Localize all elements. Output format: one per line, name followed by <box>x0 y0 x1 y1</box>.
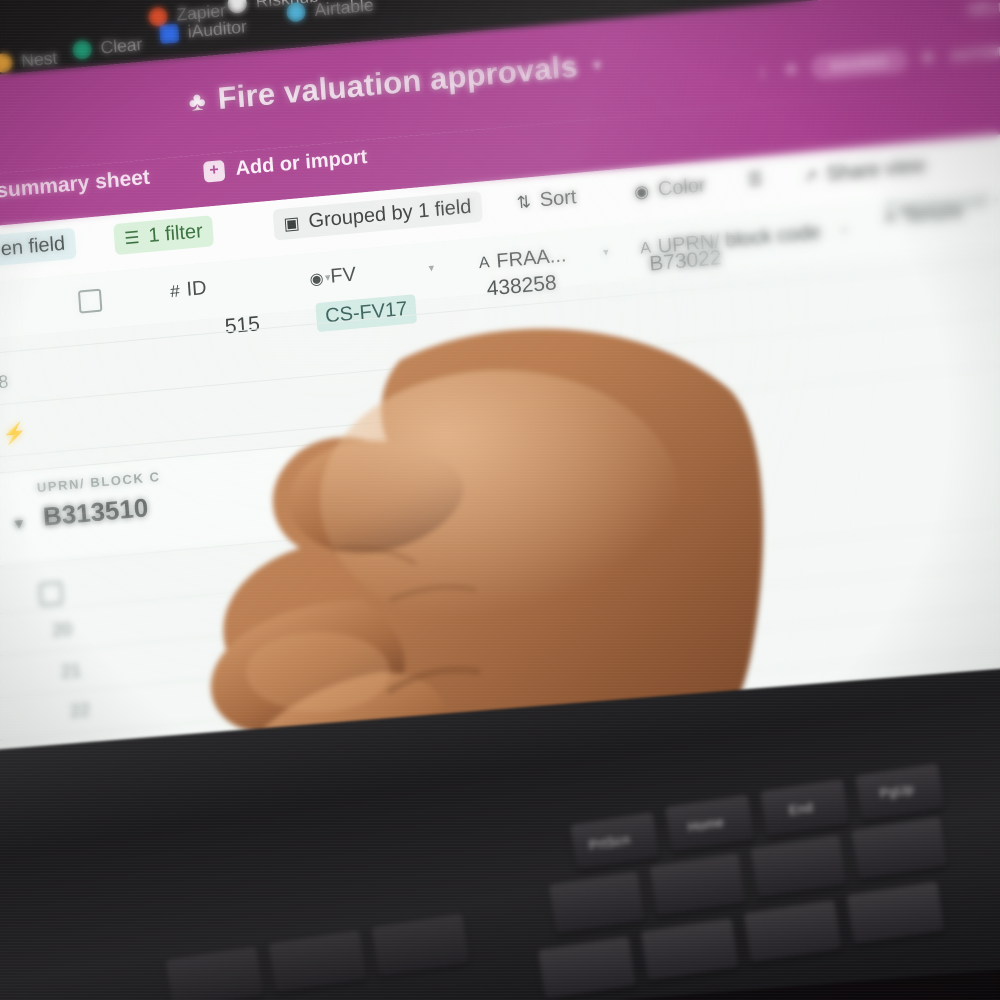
field-label: FV <box>329 263 357 288</box>
photo-scene: wpfEDxtpUvbjMEQ?blocks=hide Zapier Riskh… <box>0 0 1000 1000</box>
key-blank[interactable] <box>537 936 637 1000</box>
paint-icon: ◉ <box>633 181 650 202</box>
flame-icon: ♣ <box>187 84 207 117</box>
toolbar-label: Sort <box>539 186 578 212</box>
key-blank[interactable] <box>165 946 264 1000</box>
plus-icon: + <box>202 159 226 183</box>
automations-icon: ⚙ <box>921 49 935 66</box>
nest-icon <box>0 52 14 74</box>
add-or-import-button[interactable]: + Add or import <box>202 145 369 184</box>
key-blank[interactable] <box>649 853 746 917</box>
help-label[interactable]: HELP <box>968 0 1000 17</box>
riskhub-icon <box>227 0 248 14</box>
row-height-icon: ☰ <box>746 169 764 190</box>
text-icon: A <box>478 253 491 272</box>
row-checkbox[interactable] <box>38 581 64 607</box>
group-field-label: UPRN/ BLOCK C <box>36 468 161 496</box>
toolbar-filter[interactable]: ☰ 1 filter <box>113 215 214 256</box>
cell-fraa[interactable]: 533269 <box>384 608 456 638</box>
group-header[interactable]: ▼ UPRN/ BLOCK C B313510 <box>0 412 669 568</box>
toolbar-row-height[interactable]: ☰ <box>737 163 783 195</box>
automations-label[interactable]: AUTOMATIONS <box>950 38 1000 63</box>
key-blank[interactable] <box>750 835 847 899</box>
number-icon: # <box>169 280 181 301</box>
cell-id[interactable]: 515 <box>224 312 261 339</box>
toolbar-sort[interactable]: ⇅ Sort <box>506 181 588 219</box>
toolbar-label: Grouped by 1 field <box>307 195 473 233</box>
bookmark-airtable[interactable]: Airtable <box>285 0 375 24</box>
field-header-id[interactable]: # ID ▾ <box>169 266 331 304</box>
key-blank[interactable] <box>268 929 367 994</box>
group-icon: ▣ <box>282 212 301 234</box>
row-number: 22 <box>69 699 91 722</box>
toolbar-label: 1 filter <box>147 220 204 248</box>
base-title[interactable]: ♣ Fire valuation approvals ▾ <box>187 46 602 119</box>
toolbar-group[interactable]: ▣ Grouped by 1 field <box>272 190 483 241</box>
bookmark-label: Nest <box>20 47 58 71</box>
bookmark-clear[interactable]: Clear <box>72 34 143 61</box>
history-icon[interactable]: ⏱ <box>786 62 798 79</box>
cell-uprn[interactable]: B73022 <box>649 246 723 277</box>
cell-fraa[interactable]: 438258 <box>486 271 558 301</box>
shared-badge[interactable]: SHARED <box>812 48 907 80</box>
bookmark-label: iAuditor <box>186 16 248 42</box>
header-secondary-cluster: ⋮ ⏱ SHARED ⚙ AUTOMATIONS ■ APPS <box>755 28 1000 85</box>
group-value: B313510 <box>41 492 150 532</box>
field-header-fv[interactable]: ◉ FV ▾ <box>309 256 435 290</box>
field-header-fraa[interactable]: A FRAA... ▾ <box>478 240 609 275</box>
group-collapse-icon[interactable]: ▼ <box>11 515 27 533</box>
view-tab-label: Current summary sheet <box>0 165 151 210</box>
key-blank[interactable] <box>851 817 948 880</box>
key-blank[interactable] <box>640 917 739 982</box>
row-number: 21 <box>60 659 82 682</box>
key-blank[interactable] <box>548 871 645 935</box>
add-or-import-label: Add or import <box>234 145 369 180</box>
toolbar-color[interactable]: ◉ Color <box>623 169 716 208</box>
chevron-down-icon[interactable]: ▾ <box>841 224 847 237</box>
key-blank[interactable] <box>371 913 470 977</box>
chevron-down-icon[interactable]: ▾ <box>603 245 609 258</box>
key-blank[interactable] <box>743 899 842 963</box>
bookmark-label: Clear <box>99 33 143 58</box>
airtable-icon <box>285 1 307 23</box>
filter-icon: ☰ <box>123 227 141 248</box>
field-label: ID <box>185 277 208 301</box>
keyboard: PrtScn Home End PgUp <box>0 763 1000 1000</box>
toolbar-label: Share view <box>825 154 926 186</box>
clear-icon <box>72 39 93 61</box>
bookmark-label: Airtable <box>313 0 375 21</box>
iauditor-icon <box>159 23 180 45</box>
base-title-text: Fire valuation approvals <box>216 48 579 117</box>
row-number: 20 <box>51 618 73 641</box>
chevron-down-icon[interactable]: ▾ <box>428 261 434 274</box>
sort-icon: ⇅ <box>515 191 532 213</box>
toolbar-hidden-fields[interactable]: </> 1 hidden field <box>0 227 77 275</box>
toolbar-label: 1 hidden field <box>0 232 66 266</box>
chevron-down-icon[interactable]: ▾ <box>593 56 601 74</box>
row-number: 18 <box>0 371 9 394</box>
key-blank[interactable] <box>846 881 945 945</box>
share-icon: ↗ <box>802 165 819 186</box>
toolbar-share-view[interactable]: ↗ Share view <box>792 149 936 193</box>
select-all-checkbox[interactable] <box>77 288 103 314</box>
info-icon[interactable]: ⋮ <box>756 64 771 81</box>
view-tab-current-summary-sheet[interactable]: △ Current summary sheet <box>0 166 151 213</box>
lightning-icon[interactable]: ⚡ <box>1 420 28 447</box>
toolbar-label: Color <box>657 174 707 201</box>
header-right-cluster: HELP <box>967 0 1000 25</box>
field-label: FRAA... <box>495 244 568 273</box>
cell-fraa[interactable]: 533269 <box>401 655 473 685</box>
single-select-icon: ◉ <box>309 269 325 289</box>
